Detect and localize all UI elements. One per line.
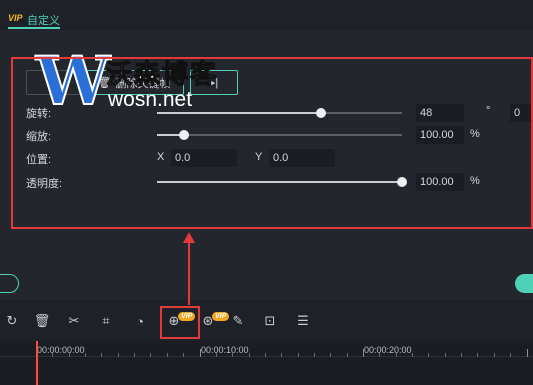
time-label-10: 00:00:10:00: [201, 345, 249, 355]
ruler-tick: [249, 353, 250, 357]
ruler-tick: [118, 353, 119, 357]
cut-icon[interactable]: ✂: [64, 311, 84, 331]
ruler-tick: [494, 353, 495, 357]
eyedropper-icon[interactable]: ✎: [228, 311, 248, 331]
adjust-icon[interactable]: ☰: [293, 311, 313, 331]
speed-icon[interactable]: ◔: [130, 311, 150, 331]
toolbar-highlight-box: [160, 306, 200, 339]
ruler-tick: [167, 353, 168, 357]
ruler-tick: [330, 353, 331, 357]
ruler-tick: [477, 353, 478, 357]
ruler-tick: [183, 353, 184, 357]
ruler-tick: [461, 353, 462, 357]
ruler-tick: [314, 353, 315, 357]
ok-pill-button[interactable]: [515, 274, 533, 293]
ruler-tick: [101, 353, 102, 357]
ruler-tick: [527, 349, 528, 357]
ruler-tick: [85, 353, 86, 357]
tab-active-underline: [8, 27, 60, 29]
playhead[interactable]: [36, 341, 38, 385]
properties-highlight-box: [11, 57, 533, 229]
export-frame-icon[interactable]: ⊡: [260, 311, 280, 331]
ruler-tick: [134, 353, 135, 357]
vip-badge: VIP: [212, 312, 230, 321]
ruler-tick: [265, 353, 266, 357]
tab-custom[interactable]: 自定义: [27, 12, 60, 28]
ruler-tick: [281, 353, 282, 357]
ruler-tick: [347, 353, 348, 357]
ruler-tick: [412, 353, 413, 357]
ruler-tick: [510, 353, 511, 357]
ruler-tick: [428, 353, 429, 357]
ruler-tick: [298, 353, 299, 357]
ruler-tick: [445, 353, 446, 357]
vip-badge: VIP: [8, 13, 23, 23]
ruler-tick: [150, 353, 151, 357]
annotation-arrow: [183, 232, 195, 310]
cancel-pill-button[interactable]: [0, 274, 19, 293]
time-label-0: 00:00:00:00: [37, 345, 85, 355]
delete-icon[interactable]: 🗑: [32, 311, 52, 331]
crop-icon[interactable]: ⌗: [96, 311, 116, 331]
ruler-baseline: [0, 356, 533, 357]
tab-bar: VIP 自定义: [0, 0, 533, 30]
time-label-20: 00:00:20:00: [364, 345, 412, 355]
redo-icon[interactable]: ↻: [2, 311, 22, 331]
